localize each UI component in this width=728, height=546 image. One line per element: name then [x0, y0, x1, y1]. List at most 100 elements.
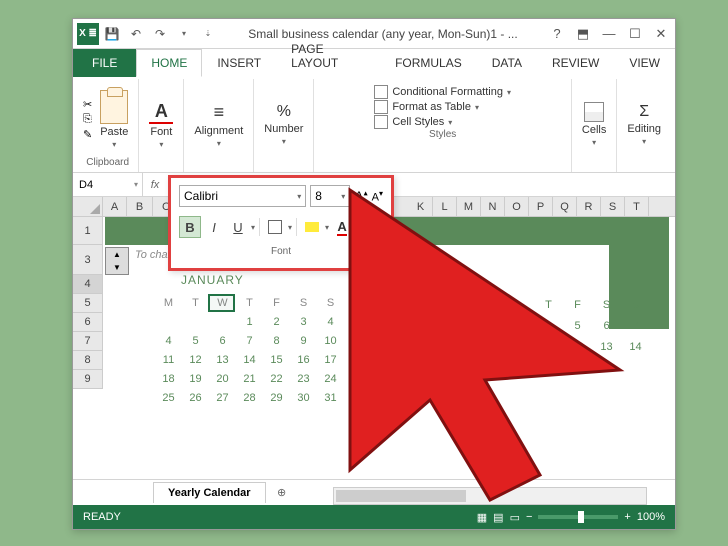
paste-button[interactable]: Paste ▾ [96, 88, 132, 151]
paste-dropdown-icon[interactable]: ▾ [112, 140, 116, 149]
calendar-cell[interactable]: 7 [236, 331, 263, 350]
bold-button[interactable]: B [179, 216, 201, 238]
row-header[interactable]: 4 [73, 275, 102, 294]
calendar-cell[interactable]: 15 [263, 350, 290, 369]
calendar-cell[interactable]: 11 [155, 350, 182, 369]
zoom-out-icon[interactable]: − [526, 511, 532, 523]
cells-button[interactable]: Cells ▾ [578, 100, 610, 149]
maximize-button[interactable]: ☐ [625, 26, 645, 42]
font-family-dropdown[interactable]: Calibri▾ [179, 185, 306, 207]
col-header[interactable]: K [409, 197, 433, 216]
name-box[interactable]: D4 [73, 173, 143, 196]
year-spinner[interactable]: ▲ ▼ [105, 247, 129, 275]
calendar-cell[interactable]: 18 [155, 369, 182, 388]
fill-dropdown-icon[interactable]: ▾ [325, 223, 329, 232]
cut-icon[interactable]: ✂ [83, 98, 92, 111]
spin-up-icon[interactable]: ▲ [106, 248, 128, 261]
tab-formulas[interactable]: FORMULAS [380, 49, 477, 77]
fx-icon[interactable]: fx [143, 179, 167, 191]
calendar-cell[interactable]: 13 [209, 350, 236, 369]
col-header[interactable]: O [505, 197, 529, 216]
row-header[interactable]: 5 [73, 294, 102, 313]
copy-icon[interactable]: ⎘ [83, 113, 92, 126]
border-button[interactable] [264, 216, 286, 238]
fill-color-button[interactable] [301, 216, 323, 238]
calendar-cell[interactable]: 14 [236, 350, 263, 369]
calendar-cell[interactable] [155, 312, 182, 331]
qat-customize-icon[interactable]: ▾ [173, 23, 195, 45]
row-header[interactable]: 3 [73, 245, 102, 275]
format-as-table-button[interactable]: Format as Table ▾ [374, 100, 479, 114]
horizontal-scrollbar[interactable] [333, 487, 647, 505]
calendar-cell[interactable]: 4 [155, 331, 182, 350]
normal-view-icon[interactable]: ▦ [477, 511, 487, 524]
tab-view[interactable]: VIEW [614, 49, 675, 77]
calendar-cell[interactable] [182, 312, 209, 331]
calendar-cell[interactable]: 29 [263, 388, 290, 407]
conditional-formatting-button[interactable]: Conditional Formatting ▾ [374, 85, 511, 99]
page-layout-view-icon[interactable]: ▤ [493, 511, 503, 524]
tab-page-layout[interactable]: PAGE LAYOUT [276, 35, 380, 77]
calendar-cell[interactable]: 27 [209, 388, 236, 407]
font-color-button[interactable]: A [331, 216, 353, 238]
calendar-cell[interactable]: 26 [182, 388, 209, 407]
select-all-corner[interactable] [73, 197, 103, 217]
row-header[interactable]: 6 [73, 313, 102, 332]
calendar-cell[interactable]: 12 [182, 350, 209, 369]
alignment-button[interactable]: ≡ Alignment ▾ [190, 100, 247, 150]
sheet-tab-yearly-calendar[interactable]: Yearly Calendar [153, 482, 266, 503]
italic-button[interactable]: I [203, 216, 225, 238]
col-header[interactable]: M [457, 197, 481, 216]
font-dropdown-icon[interactable]: ▾ [159, 140, 163, 149]
qat-overflow-icon[interactable]: ⇣ [197, 23, 219, 45]
col-header[interactable]: S [601, 197, 625, 216]
font-size-dropdown[interactable]: 8▾ [310, 185, 350, 207]
font-color-dropdown-icon[interactable]: ▾ [355, 223, 359, 232]
calendar-cell[interactable]: 1 [236, 312, 263, 331]
calendar-cell[interactable]: 30 [290, 388, 317, 407]
number-button[interactable]: % Number ▾ [260, 101, 307, 148]
tab-data[interactable]: DATA [477, 49, 537, 77]
row-header[interactable]: 7 [73, 332, 102, 351]
close-button[interactable]: ✕ [651, 26, 671, 42]
row-header[interactable]: 8 [73, 351, 102, 370]
col-header[interactable]: L [433, 197, 457, 216]
underline-dropdown-icon[interactable]: ▾ [251, 223, 255, 232]
calendar-cell[interactable]: 8 [263, 331, 290, 350]
minimize-button[interactable]: — [599, 26, 619, 41]
format-painter-icon[interactable]: ✎ [83, 128, 92, 141]
calendar-cell[interactable]: 9 [290, 331, 317, 350]
col-header[interactable]: T [625, 197, 649, 216]
calendar-cell[interactable]: 16 [290, 350, 317, 369]
tab-insert[interactable]: INSERT [202, 49, 276, 77]
tab-file[interactable]: FILE [73, 49, 136, 77]
font-group-button[interactable]: A Font ▾ [145, 98, 177, 151]
calendar-cell[interactable]: 22 [263, 369, 290, 388]
calendar-cell[interactable]: 21 [236, 369, 263, 388]
calendar-cell[interactable]: 5 [182, 331, 209, 350]
tab-review[interactable]: REVIEW [537, 49, 614, 77]
tab-home[interactable]: HOME [136, 49, 202, 77]
editing-button[interactable]: Σ Editing ▾ [623, 101, 665, 148]
add-sheet-button[interactable]: ⊕ [272, 486, 292, 499]
undo-button[interactable]: ↶ [125, 23, 147, 45]
cell-styles-button[interactable]: Cell Styles ▾ [374, 115, 452, 129]
page-break-view-icon[interactable]: ▭ [510, 511, 520, 524]
row-headers[interactable]: 13456789 [73, 217, 103, 389]
calendar-cell[interactable]: 3 [290, 312, 317, 331]
save-button[interactable]: 💾 [101, 23, 123, 45]
col-header[interactable]: B [127, 197, 153, 216]
calendar-cell[interactable]: 19 [182, 369, 209, 388]
calendar-cell[interactable]: 28 [236, 388, 263, 407]
col-header[interactable]: R [577, 197, 601, 216]
border-dropdown-icon[interactable]: ▾ [288, 223, 292, 232]
calendar-cell[interactable] [209, 312, 236, 331]
col-header[interactable]: N [481, 197, 505, 216]
calendar-cell[interactable]: 4 [317, 312, 344, 331]
col-header[interactable]: Q [553, 197, 577, 216]
calendar-cell[interactable]: 6 [209, 331, 236, 350]
zoom-slider[interactable] [538, 515, 618, 519]
calendar-cell[interactable]: 17 [317, 350, 344, 369]
zoom-in-icon[interactable]: + [624, 511, 630, 523]
row-header[interactable]: 9 [73, 370, 102, 389]
